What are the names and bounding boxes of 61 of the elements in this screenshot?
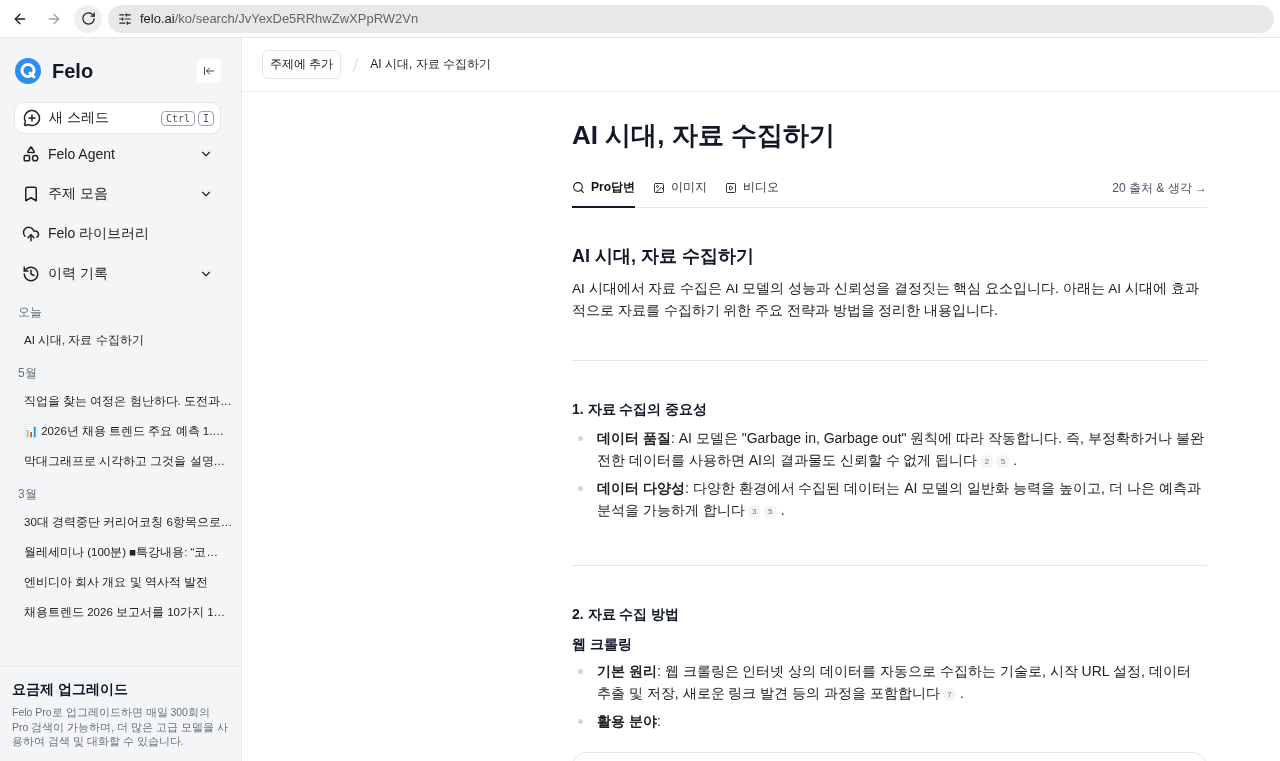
breadcrumb-title: AI 시대, 자료 수집하기 <box>370 56 492 73</box>
citation-marker[interactable]: 7 <box>943 687 956 701</box>
add-to-topic-button[interactable]: 주제에 추가 <box>262 50 342 79</box>
shapes-icon <box>22 145 40 163</box>
citation-marker[interactable]: 3 <box>747 504 761 518</box>
sliders-icon <box>118 11 132 26</box>
shortcut-key: I <box>197 110 214 126</box>
upgrade-title: 요금제 업그레이드 <box>12 680 129 699</box>
history-item[interactable]: 📊 2026년 채용 트렌드 주요 예측 1.… <box>10 416 233 446</box>
play-icon <box>725 181 737 194</box>
bullet <box>578 719 583 724</box>
section-heading: 1. 자료 수집의 중요성 <box>572 401 709 419</box>
bullet <box>578 669 583 674</box>
history-item[interactable]: 채용트렌드 2026 보고서를 10가지 1… <box>10 597 233 627</box>
collapse-icon <box>203 65 215 77</box>
collapse-sidebar-button[interactable] <box>197 59 221 83</box>
image-icon <box>653 181 665 194</box>
page-title: AI 시대, 자료 수집하기 <box>572 119 836 152</box>
history-item[interactable]: 막대그래프로 시각하고 그것을 설명… <box>10 446 233 476</box>
section-heading: 2. 자료 수집 방법 <box>572 606 681 624</box>
citation-marker[interactable]: 5 <box>996 454 1010 468</box>
history-group-label: 오늘 <box>17 304 43 321</box>
reload-button[interactable] <box>74 4 102 33</box>
bullet <box>578 436 583 441</box>
list-item-text: 데이터 다양성: 다양한 환경에서 수집된 데이터는 AI 모델의 일반화 능력을 높이고, 더 나은 예측과 분석을 가능하게 합니다 3 5 . <box>597 479 1202 520</box>
logo-icon <box>14 57 42 85</box>
brand-name: Felo <box>52 59 94 83</box>
new-thread-button[interactable]: 새 스레드 Ctrl I <box>14 102 221 134</box>
citation-marker[interactable]: 5 <box>763 504 777 518</box>
answer-heading: AI 시대, 자료 수집하기 <box>572 245 755 268</box>
sidebar-nav-item[interactable]: Felo Agent <box>14 134 221 174</box>
bullet <box>578 486 583 491</box>
shortcut-key: Ctrl <box>160 110 195 126</box>
history-item[interactable]: 직업을 찾는 여정은 험난하다. 도전과… <box>10 386 233 416</box>
history-item[interactable]: 엔비디아 회사 개요 및 역사적 발전 <box>10 567 233 597</box>
reload-icon <box>80 11 96 26</box>
intro-paragraph: AI 시대에서 자료 수집은 AI 모델의 성능과 신뢰성을 결정짓는 핵심 요소입니다. 아래는 AI 시대에 효과적으로 자료를 수집하기 위한 주요 전략과 방법을 정리한 내용입니다. <box>572 280 1200 320</box>
history-item[interactable]: 월레세미나 (100분) ■특강내용: “코… <box>10 537 233 567</box>
content-tab[interactable]: Pro답변 <box>572 179 635 208</box>
content-tab[interactable]: 비디오 <box>725 179 779 208</box>
list-item-text: 데이터 품질: AI 모델은 "Garbage in, Garbage out" 원칙에 따라 작동합니다. 즉, 부정확하거나 불완전한 데이터를 사용하면 AI의 결과물도 신뢰할 수 없게 됩니다 2 5 . <box>597 429 1205 470</box>
subheading: 웹 크롤링 <box>572 636 633 654</box>
cloud-upload-icon <box>22 225 40 243</box>
list-item-text: 활용 분야: <box>597 712 661 731</box>
sidebar-nav-item[interactable]: Felo 라이브러리 <box>14 214 221 254</box>
history-group-label: 3월 <box>17 486 38 503</box>
list-item-text: 기본 원리: 웹 크롤링은 인터넷 상의 데이터를 자동으로 수집하는 기술로, 시작 URL 설정, 데이터 추출 및 저장, 새로운 링크 발견 등의 과정을 포함합니다 7 . <box>597 662 1192 703</box>
chat-plus-icon <box>23 109 41 127</box>
sidebar-nav-item[interactable]: 주제 모음 <box>14 174 221 214</box>
history-item[interactable]: AI 시대, 자료 수집하기 <box>10 325 233 355</box>
bookmark-icon <box>22 185 40 203</box>
content-tab[interactable]: 이미지 <box>653 179 707 208</box>
history-item[interactable]: 30대 경력중단 커리어코칭 6항목으로… <box>10 507 233 537</box>
sidebar-nav-item[interactable]: 이력 기록 <box>14 254 221 294</box>
search-icon <box>572 181 585 194</box>
sources-link[interactable]: 20 출처 & 생각 → <box>1112 179 1207 207</box>
upgrade-text: Felo Pro로 업그레이드하면 매일 300회의 Pro 검색이 가능하며, 더 많은 고급 모델을 사용하여 검색 및 대화할 수 있습니다. <box>12 704 229 749</box>
citation-marker[interactable]: 2 <box>980 454 994 468</box>
address-bar[interactable]: felo.ai/ko/search/JvYexDe5RRhwZwXPpRW2Vn <box>108 4 1274 33</box>
history-icon <box>22 265 40 283</box>
history-group-label: 5월 <box>17 365 38 382</box>
